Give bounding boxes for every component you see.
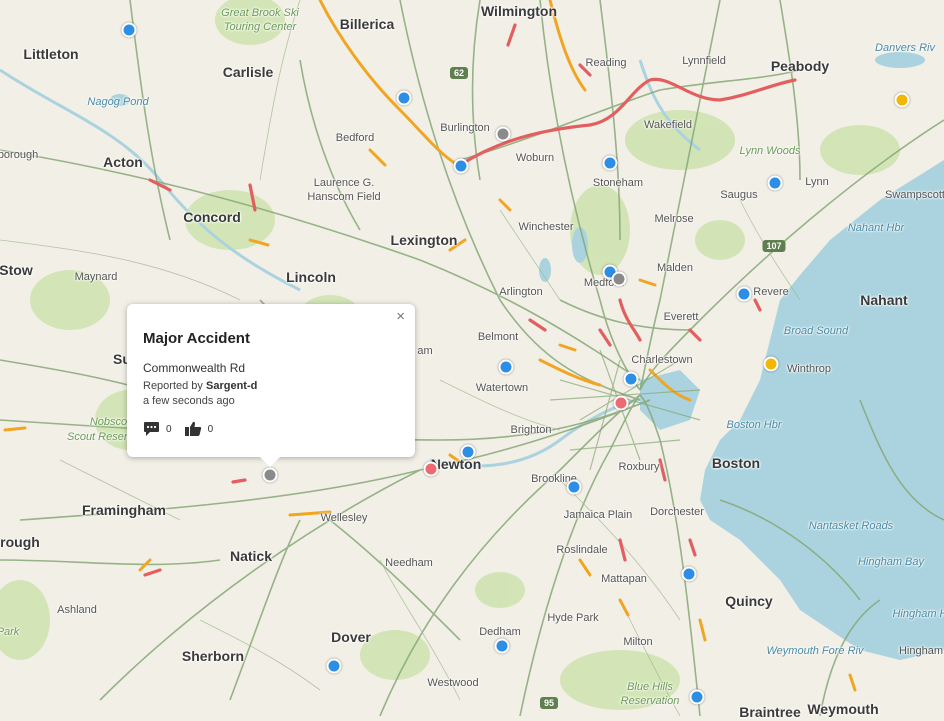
thumbs-up-button[interactable]: 0 [184,421,214,437]
comment-count: 0 [166,423,172,435]
thumbs-up-icon [184,421,201,436]
popup-title: Major Accident [143,330,250,347]
incident-marker-blue[interactable] [566,479,582,495]
incident-marker-blue[interactable] [453,158,469,174]
incident-marker-blue[interactable] [494,638,510,654]
incident-marker-red[interactable] [613,395,629,411]
reporter-name[interactable]: Sargent-d [206,380,257,392]
popup-actions: 0 0 [143,421,399,437]
reported-prefix: Reported by [143,380,203,392]
incident-marker-gray[interactable] [495,126,511,142]
popup-reported-by: Reported by Sargent-d [143,380,399,392]
thumbs-up-count: 0 [207,423,214,435]
incident-marker-yellow[interactable] [894,92,910,108]
incident-marker-blue[interactable] [460,444,476,460]
incident-marker-blue[interactable] [681,566,697,582]
incident-marker-blue[interactable] [689,689,705,705]
incident-marker-blue[interactable] [623,371,639,387]
incident-popup: × Major Accident Commonwealth Rd Reporte… [127,304,415,467]
incident-marker-blue[interactable] [767,175,783,191]
incident-marker-blue[interactable] [396,90,412,106]
close-icon[interactable]: × [396,309,405,325]
incident-marker-blue[interactable] [602,155,618,171]
incident-marker-blue[interactable] [121,22,137,38]
incident-marker-red[interactable] [423,461,439,477]
incident-marker-gray[interactable] [611,271,627,287]
popup-pointer [260,457,280,467]
incident-marker-gray[interactable] [262,467,278,483]
incident-marker-yellow[interactable] [763,356,779,372]
incident-marker-blue[interactable] [326,658,342,674]
popup-timestamp: a few seconds ago [143,395,235,407]
comment-icon [144,422,159,436]
incident-marker-blue[interactable] [736,286,752,302]
comment-button[interactable]: 0 [143,421,172,437]
popup-road-name: Commonwealth Rd [143,361,246,375]
incident-marker-blue[interactable] [498,359,514,375]
